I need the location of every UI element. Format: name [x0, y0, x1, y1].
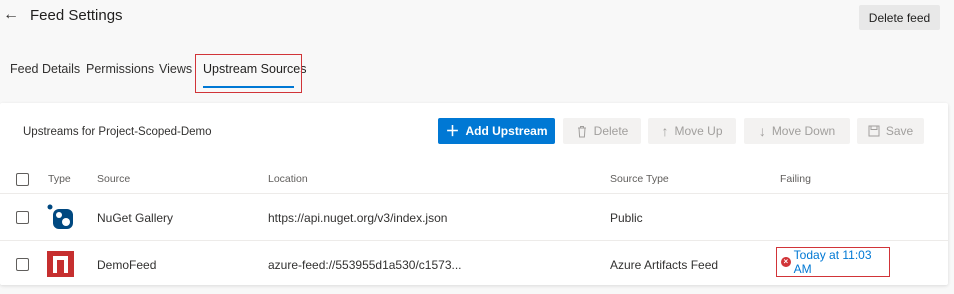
- arrow-down-icon: ↓: [758, 123, 766, 139]
- move-up-button[interactable]: ↑ Move Up: [648, 118, 736, 144]
- page-header: ← Feed Settings Delete feed: [0, 0, 954, 36]
- save-button[interactable]: Save: [857, 118, 924, 144]
- row-checkbox[interactable]: [16, 211, 29, 224]
- save-label: Save: [885, 124, 914, 138]
- error-icon: ×: [781, 257, 791, 267]
- settings-tabs: Feed Details Permissions Views Upstream …: [0, 54, 954, 94]
- row-source[interactable]: NuGet Gallery: [97, 211, 173, 225]
- delete-feed-button[interactable]: Delete feed: [859, 5, 940, 30]
- failing-time-link[interactable]: Today at 11:03 AM: [794, 248, 889, 276]
- back-arrow-icon[interactable]: ←: [3, 5, 21, 25]
- tab-views[interactable]: Views: [159, 62, 192, 76]
- table-header: Type Source Location Source Type Failing: [0, 164, 948, 194]
- add-upstream-label: Add Upstream: [465, 124, 548, 138]
- column-header-failing[interactable]: Failing: [780, 173, 811, 185]
- table-row[interactable]: NuGet Gallery https://api.nuget.org/v3/i…: [0, 195, 948, 241]
- delete-button[interactable]: Delete: [563, 118, 641, 144]
- upstreams-title: Upstreams for Project-Scoped-Demo: [23, 126, 212, 138]
- delete-label: Delete: [593, 124, 629, 138]
- column-header-source[interactable]: Source: [97, 173, 130, 185]
- upstreams-panel: Upstreams for Project-Scoped-Demo ＋ Add …: [0, 103, 948, 285]
- arrow-up-icon: ↑: [661, 123, 669, 139]
- table-row[interactable]: DemoFeed azure-feed://553955d1a530/c1573…: [0, 241, 948, 287]
- page-title: Feed Settings: [30, 7, 123, 24]
- column-header-type[interactable]: Type: [48, 173, 71, 185]
- trash-icon: [577, 125, 586, 137]
- row-source[interactable]: DemoFeed: [97, 258, 156, 272]
- failing-status[interactable]: × Today at 11:03 AM: [776, 247, 890, 277]
- plus-icon: ＋: [445, 123, 460, 139]
- move-down-label: Move Down: [771, 124, 836, 138]
- tab-highlight-box: [195, 54, 302, 93]
- select-all-checkbox[interactable]: [16, 173, 29, 186]
- tab-feed-details[interactable]: Feed Details: [10, 62, 80, 76]
- tab-permissions[interactable]: Permissions: [86, 62, 154, 76]
- add-upstream-button[interactable]: ＋ Add Upstream: [438, 118, 555, 144]
- column-header-source-type[interactable]: Source Type: [610, 173, 669, 185]
- row-location: https://api.nuget.org/v3/index.json: [268, 211, 448, 225]
- move-down-button[interactable]: ↓ Move Down: [744, 118, 850, 144]
- move-up-label: Move Up: [674, 124, 723, 138]
- row-checkbox[interactable]: [16, 258, 29, 271]
- row-source-type: Public: [610, 211, 643, 225]
- row-location: azure-feed://553955d1a530/c1573...: [268, 258, 462, 272]
- column-header-location[interactable]: Location: [268, 173, 308, 185]
- azure-artifacts-icon: [47, 251, 74, 277]
- save-icon: [868, 125, 880, 137]
- nuget-icon: [47, 204, 73, 229]
- row-source-type: Azure Artifacts Feed: [610, 258, 719, 272]
